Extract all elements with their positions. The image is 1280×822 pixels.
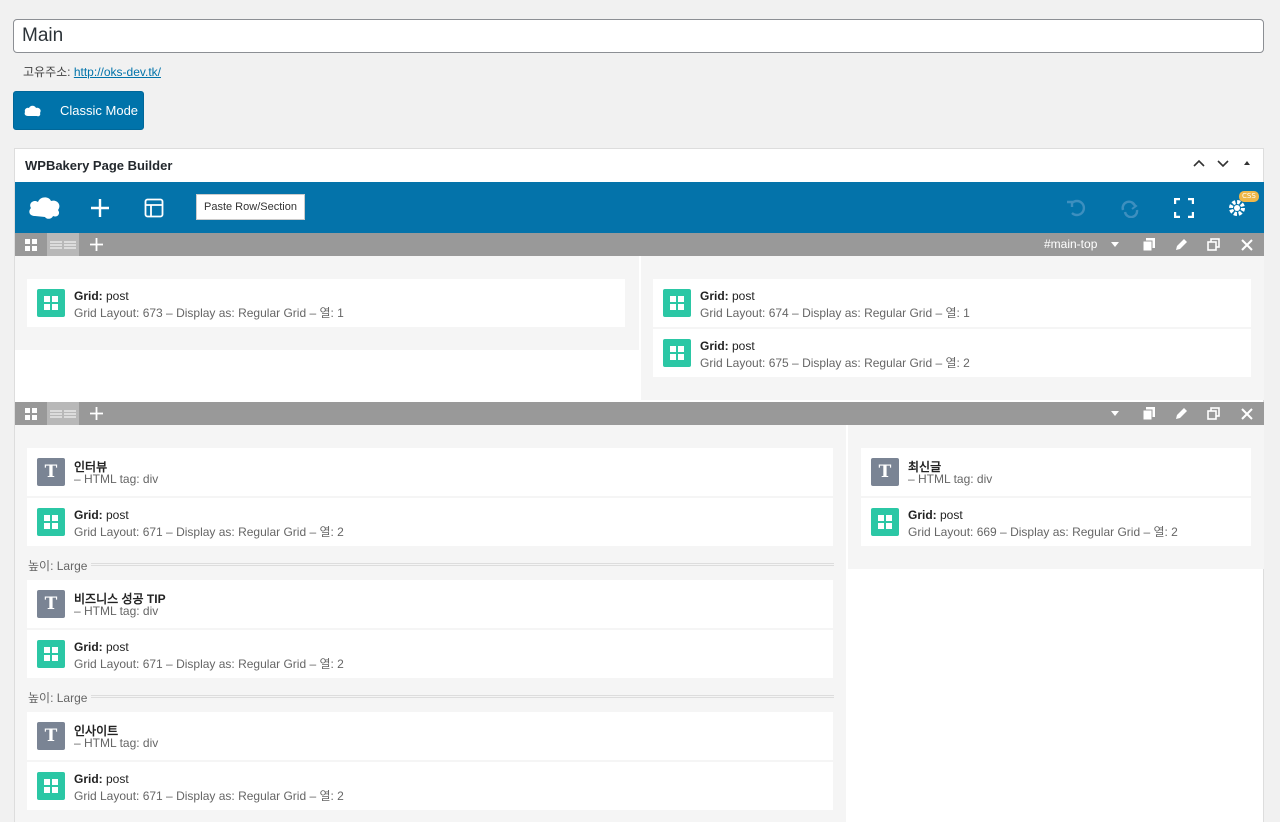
element-params: Grid Layout: 673 – Display as: Regular G… <box>74 306 344 320</box>
page-builder-panel: WPBakery Page Builder Paste Row/Section <box>14 148 1264 822</box>
element-title-rest: post <box>102 289 129 303</box>
separator-label: 높이: Large <box>28 691 88 705</box>
move-row-icon[interactable] <box>15 233 47 256</box>
row-id-label: #main-top <box>1044 237 1098 251</box>
element-title: Grid: <box>74 289 103 303</box>
separator-element[interactable]: 높이: Large <box>28 557 834 573</box>
copy-row-icon[interactable] <box>1139 402 1159 425</box>
classic-mode-label: Classic Mode <box>60 103 139 118</box>
element-params: Grid Layout: 671 – Display as: Regular G… <box>74 789 344 803</box>
text-element[interactable]: T 비즈니스 성공 TIP – HTML tag: div <box>27 580 833 628</box>
row-controls-bar: #main-top <box>15 233 1264 256</box>
clone-row-icon[interactable] <box>1203 402 1223 425</box>
element-params: Grid Layout: 671 – Display as: Regular G… <box>74 657 344 671</box>
element-title: Grid: <box>700 289 729 303</box>
element-title-rest: post <box>728 289 755 303</box>
grid-icon <box>37 640 65 668</box>
permalink-label: 고유주소: <box>23 65 71 79</box>
grid-element[interactable]: Grid: post Grid Layout: 671 – Display as… <box>27 762 833 810</box>
copy-row-icon[interactable] <box>1139 233 1159 256</box>
element-params: – HTML tag: div <box>908 472 993 486</box>
element-params: Grid Layout: 674 – Display as: Regular G… <box>700 306 970 320</box>
element-title-rest: post <box>728 339 755 353</box>
grid-element[interactable]: Grid: post Grid Layout: 671 – Display as… <box>27 630 833 678</box>
redo-icon[interactable] <box>1115 182 1145 233</box>
wpbakery-logo-icon[interactable] <box>25 182 65 233</box>
element-title: Grid: <box>908 508 937 522</box>
grid-icon <box>37 289 65 317</box>
element-title: Grid: <box>74 640 103 654</box>
templates-icon[interactable] <box>139 182 169 233</box>
collapse-triangle-icon[interactable] <box>1241 157 1253 171</box>
cloud-icon <box>24 101 44 121</box>
classic-mode-button[interactable]: Classic Mode <box>13 91 144 130</box>
grid-icon <box>871 508 899 536</box>
element-params: Grid Layout: 675 – Display as: Regular G… <box>700 356 970 370</box>
chevron-down-icon[interactable] <box>1217 157 1229 171</box>
grid-element[interactable]: Grid: post Grid Layout: 669 – Display as… <box>861 498 1251 546</box>
row-layout-icon[interactable] <box>47 402 79 425</box>
grid-icon <box>37 508 65 536</box>
edit-row-icon[interactable] <box>1171 233 1191 256</box>
text-element[interactable]: T 최신글 – HTML tag: div <box>861 448 1251 496</box>
element-params: – HTML tag: div <box>74 472 159 486</box>
element-params: – HTML tag: div <box>74 604 159 618</box>
element-title: Grid: <box>74 772 103 786</box>
grid-icon <box>37 772 65 800</box>
post-title-input[interactable]: Main <box>13 19 1264 53</box>
chevron-up-icon[interactable] <box>1193 157 1205 171</box>
element-title: Grid: <box>700 339 729 353</box>
grid-element[interactable]: Grid: post Grid Layout: 671 – Display as… <box>27 498 833 546</box>
text-block-icon: T <box>37 458 65 486</box>
add-column-icon[interactable] <box>81 233 111 256</box>
delete-row-icon[interactable] <box>1237 233 1257 256</box>
row-dropdown-icon[interactable] <box>1107 233 1123 256</box>
delete-row-icon[interactable] <box>1237 402 1257 425</box>
builder-header: WPBakery Page Builder <box>15 149 1263 182</box>
column <box>848 425 1264 569</box>
grid-element[interactable]: Grid: post Grid Layout: 674 – Display as… <box>653 279 1251 327</box>
text-block-icon: T <box>37 722 65 750</box>
builder-toolbar: Paste Row/Section CSS <box>15 182 1264 233</box>
separator-element[interactable]: 높이: Large <box>28 689 834 705</box>
grid-icon <box>663 339 691 367</box>
element-params: – HTML tag: div <box>74 736 159 750</box>
paste-row-button[interactable]: Paste Row/Section <box>196 194 305 220</box>
row-layout-icon[interactable] <box>47 233 79 256</box>
text-block-icon: T <box>37 590 65 618</box>
text-element[interactable]: T 인사이트 – HTML tag: div <box>27 712 833 760</box>
permalink-link[interactable]: http://oks-dev.tk/ <box>74 65 161 79</box>
element-params: Grid Layout: 671 – Display as: Regular G… <box>74 525 344 539</box>
permalink: 고유주소: http://oks-dev.tk/ <box>23 63 161 80</box>
fullscreen-icon[interactable] <box>1169 182 1199 233</box>
settings-icon[interactable] <box>1222 182 1252 233</box>
move-row-icon[interactable] <box>15 402 47 425</box>
clone-row-icon[interactable] <box>1203 233 1223 256</box>
css-badge: CSS <box>1239 191 1259 202</box>
element-title-rest: post <box>936 508 963 522</box>
element-title-rest: post <box>102 640 129 654</box>
grid-element[interactable]: Grid: post Grid Layout: 673 – Display as… <box>27 279 625 327</box>
text-block-icon: T <box>871 458 899 486</box>
undo-icon[interactable] <box>1062 182 1092 233</box>
element-title-rest: post <box>102 508 129 522</box>
separator-label: 높이: Large <box>28 559 88 573</box>
row-controls-bar <box>15 402 1264 425</box>
row-dropdown-icon[interactable] <box>1107 402 1123 425</box>
element-title: Grid: <box>74 508 103 522</box>
builder-title: WPBakery Page Builder <box>25 158 173 173</box>
grid-icon <box>663 289 691 317</box>
add-element-icon[interactable] <box>85 182 115 233</box>
element-params: Grid Layout: 669 – Display as: Regular G… <box>908 525 1178 539</box>
text-element[interactable]: T 인터뷰 – HTML tag: div <box>27 448 833 496</box>
edit-row-icon[interactable] <box>1171 402 1191 425</box>
grid-element[interactable]: Grid: post Grid Layout: 675 – Display as… <box>653 329 1251 377</box>
column <box>641 256 1264 400</box>
add-column-icon[interactable] <box>81 402 111 425</box>
element-title-rest: post <box>102 772 129 786</box>
